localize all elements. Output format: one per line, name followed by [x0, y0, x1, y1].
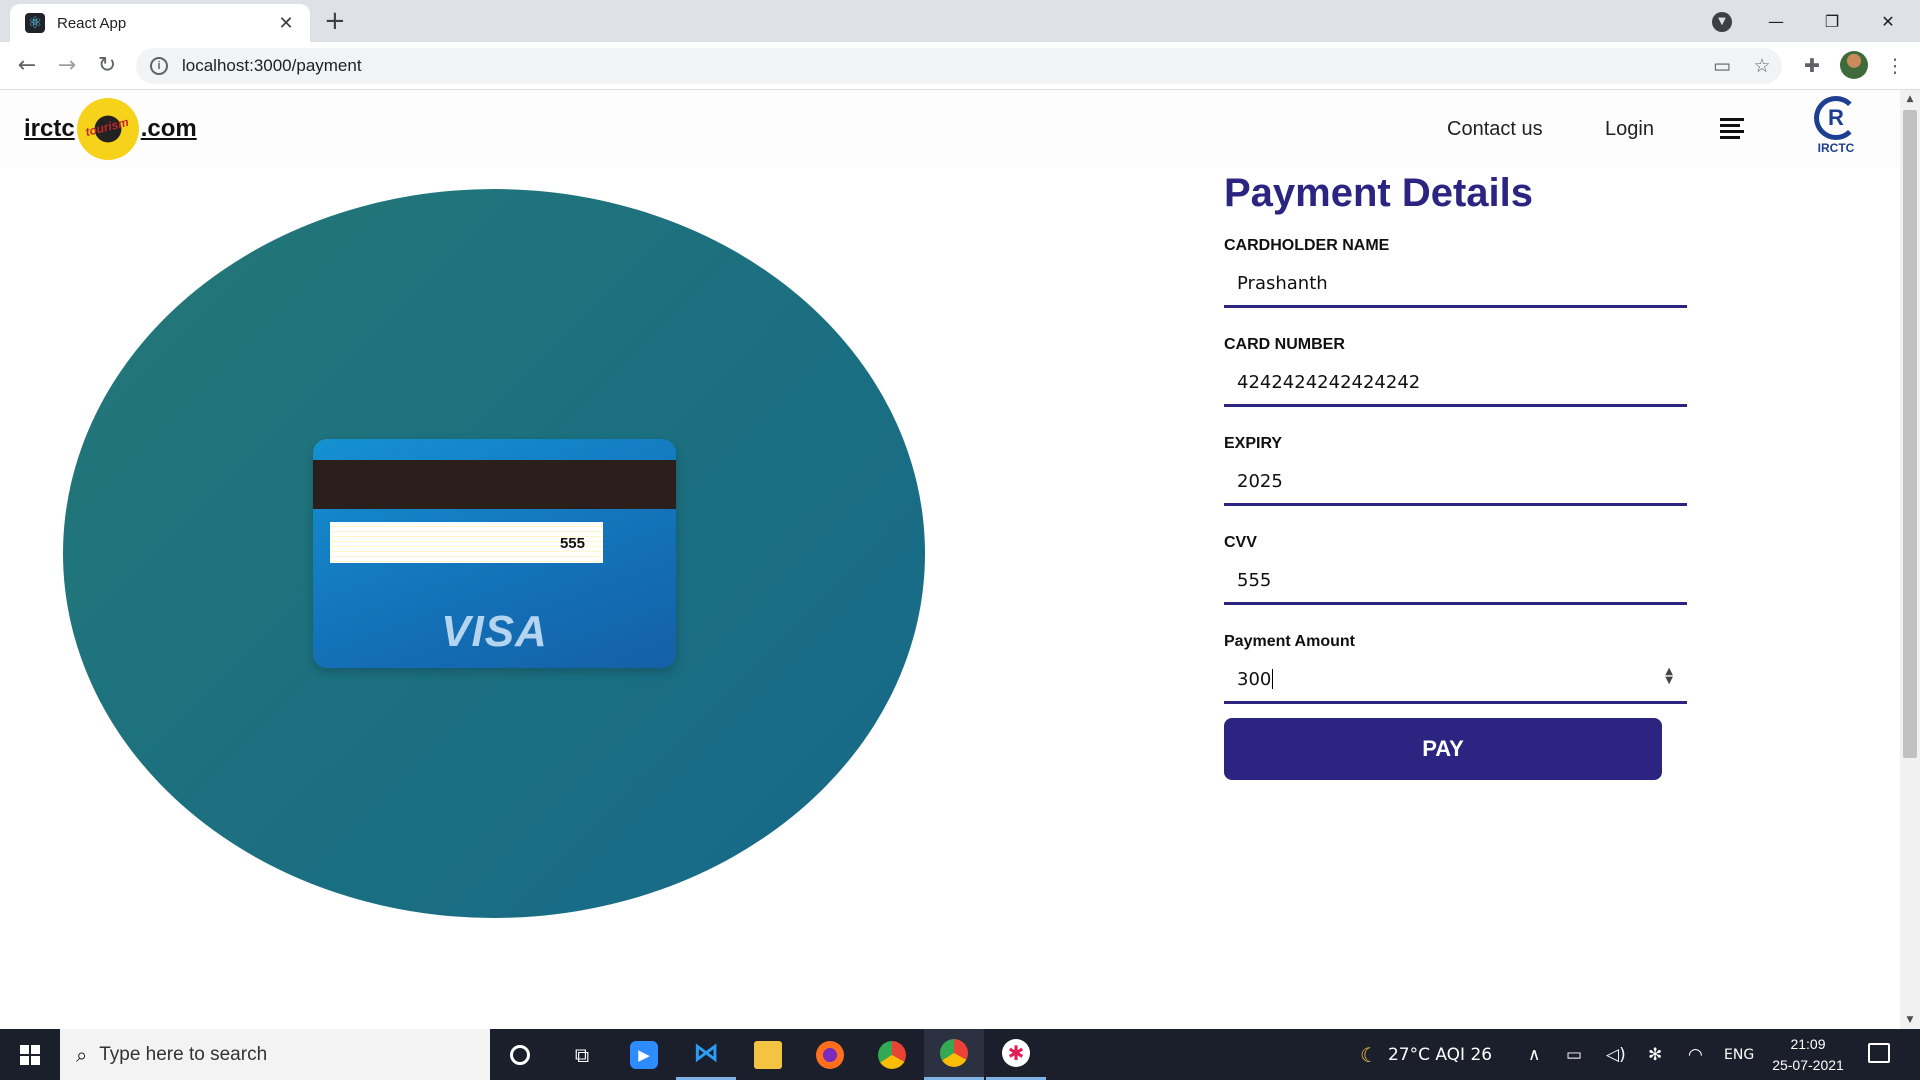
profile-avatar[interactable] — [1840, 51, 1868, 79]
windows-taskbar: ⌕ Type here to search ⧉ ▶ ⋈ ✱ ☾ 27°C AQI… — [0, 1029, 1920, 1080]
cardholder-name-input[interactable]: Prashanth — [1224, 261, 1687, 308]
vscode-app-icon[interactable]: ⋈ — [676, 1029, 736, 1080]
tab-search-icon[interactable]: ▼ — [1712, 12, 1732, 32]
system-clock[interactable]: 21:09 25-07-2021 — [1760, 1034, 1856, 1076]
page-scrollbar[interactable]: ▲ ▼ — [1900, 90, 1920, 1029]
pay-button[interactable]: PAY — [1224, 718, 1662, 780]
tab-card-icon[interactable]: ▭ — [1710, 54, 1734, 78]
bookmark-star-icon[interactable]: ☆ — [1750, 54, 1774, 78]
close-icon[interactable]: ✕ — [276, 13, 296, 34]
minimize-icon[interactable]: — — [1748, 0, 1804, 42]
payment-form: Payment Details CARDHOLDER NAME Prashant… — [1224, 168, 1688, 780]
visa-logo: VISA — [441, 607, 548, 656]
react-icon: ⚛ — [25, 13, 45, 33]
nav-login[interactable]: Login — [1605, 118, 1654, 141]
field-value: 2025 — [1237, 471, 1283, 492]
bluetooth-icon[interactable]: ✻ — [1648, 1029, 1662, 1080]
file-explorer-icon[interactable] — [738, 1029, 798, 1080]
slack-app-icon[interactable]: ✱ — [986, 1029, 1046, 1080]
field-label: CVV — [1224, 534, 1257, 551]
irctc-emblem: R IRCTC — [1808, 96, 1864, 160]
start-button[interactable] — [0, 1029, 60, 1080]
magnetic-stripe — [313, 460, 676, 509]
text-cursor — [1272, 669, 1274, 689]
clock-time: 21:09 — [1790, 1036, 1826, 1052]
zoom-app-icon[interactable]: ▶ — [614, 1029, 674, 1080]
logo-script: tourism — [83, 114, 130, 140]
task-view-icon[interactable]: ⧉ — [552, 1029, 612, 1080]
forward-icon[interactable]: → — [53, 52, 81, 80]
url-text: localhost:3000/payment — [182, 56, 362, 75]
browser-toolbar: ← → ↻ i localhost:3000/payment ▭ ☆ ✚ ⋮ — [0, 42, 1920, 90]
window-close-icon[interactable]: ✕ — [1860, 0, 1916, 42]
site-info-icon[interactable]: i — [150, 57, 168, 75]
signature-panel: 555 — [330, 522, 603, 563]
cvv-field: CVV 555 — [1224, 524, 1688, 623]
search-icon: ⌕ — [76, 1042, 88, 1067]
irctc-label: IRCTC — [1817, 141, 1855, 155]
payment-amount-input[interactable]: 300 ▲ ▼ — [1224, 657, 1687, 704]
irctc-logo-icon: R — [1814, 96, 1858, 140]
browser-tab[interactable]: ⚛ React App ✕ — [10, 4, 310, 42]
notification-center-icon[interactable] — [1868, 1043, 1890, 1063]
page-content: irctc tourism .com Contact us Login R IR… — [0, 90, 1900, 1029]
hamburger-menu-icon[interactable] — [1720, 118, 1744, 140]
scrollbar-thumb[interactable] — [1903, 110, 1917, 758]
field-value: Prashanth — [1237, 273, 1328, 294]
field-label: Payment Amount — [1224, 633, 1355, 650]
weather-text: 27°C AQI 26 — [1387, 1044, 1493, 1065]
search-placeholder: Type here to search — [99, 1043, 268, 1065]
scroll-down-icon[interactable]: ▼ — [1900, 1011, 1920, 1029]
address-bar[interactable]: i localhost:3000/payment — [136, 48, 1782, 84]
tab-title: React App — [57, 14, 127, 32]
nav-contact-us[interactable]: Contact us — [1447, 118, 1543, 141]
cardholder-name-field: CARDHOLDER NAME Prashanth — [1224, 227, 1688, 326]
card-cvv: 555 — [559, 535, 585, 552]
site-logo[interactable]: irctc tourism .com — [24, 98, 197, 160]
reload-icon[interactable]: ↻ — [93, 52, 121, 80]
field-value: 4242424242424242 — [1237, 372, 1421, 393]
cvv-input[interactable]: 555 — [1224, 558, 1687, 605]
field-label: CARD NUMBER — [1224, 336, 1345, 353]
battery-icon[interactable]: ▭ — [1566, 1029, 1582, 1080]
field-label: CARDHOLDER NAME — [1224, 237, 1390, 254]
moon-icon: ☾ — [1360, 1042, 1378, 1067]
clock-date: 25-07-2021 — [1772, 1057, 1844, 1073]
chrome-active-app-icon[interactable] — [924, 1029, 984, 1080]
browser-tab-strip: ⚛ React App ✕ + ▼ — ❐ ✕ — [0, 0, 1920, 42]
card-number-field: CARD NUMBER 4242424242424242 — [1224, 326, 1688, 425]
new-tab-button[interactable]: + — [324, 7, 346, 35]
logo-text-right: .com — [140, 115, 197, 142]
cortana-icon[interactable] — [490, 1029, 550, 1080]
menu-kebab-icon[interactable]: ⋮ — [1883, 54, 1907, 78]
tray-overflow-icon[interactable]: ∧ — [1528, 1029, 1540, 1080]
extensions-icon[interactable]: ✚ — [1800, 54, 1824, 78]
credit-card-back: 555 VISA — [313, 439, 676, 668]
back-icon[interactable]: ← — [13, 52, 41, 80]
expiry-input[interactable]: 2025 — [1224, 459, 1687, 506]
scroll-up-icon[interactable]: ▲ — [1900, 90, 1920, 108]
restore-icon[interactable]: ❐ — [1804, 0, 1860, 42]
page-title: Payment Details — [1224, 171, 1534, 215]
windows-logo-icon — [20, 1044, 40, 1065]
field-value: 300 — [1237, 669, 1272, 690]
wifi-icon[interactable]: ◠ — [1688, 1029, 1703, 1080]
payment-amount-field: Payment Amount 300 ▲ ▼ — [1224, 623, 1688, 722]
locomotive-logo-icon: tourism — [76, 98, 139, 160]
weather-widget[interactable]: ☾ 27°C AQI 26 — [1360, 1029, 1492, 1080]
chrome-app-icon[interactable] — [862, 1029, 922, 1080]
language-indicator[interactable]: ENG — [1724, 1029, 1754, 1080]
number-stepper-icon[interactable]: ▲ ▼ — [1665, 667, 1673, 686]
expiry-field: EXPIRY 2025 — [1224, 425, 1688, 524]
field-label: EXPIRY — [1224, 435, 1283, 452]
card-number-input[interactable]: 4242424242424242 — [1224, 360, 1687, 407]
volume-icon[interactable]: ◁) — [1606, 1029, 1626, 1080]
field-value: 555 — [1237, 570, 1272, 591]
amount-value-wrap: 300 — [1237, 669, 1274, 690]
taskbar-search[interactable]: ⌕ Type here to search — [60, 1029, 490, 1080]
firefox-app-icon[interactable] — [800, 1029, 860, 1080]
site-navbar: irctc tourism .com Contact us Login R IR… — [0, 90, 1900, 168]
logo-text-left: irctc — [24, 115, 75, 142]
